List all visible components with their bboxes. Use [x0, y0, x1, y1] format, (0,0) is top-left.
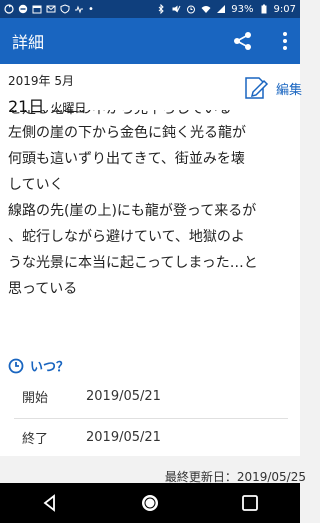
overflow-menu-icon[interactable] — [282, 30, 288, 52]
signal-icon — [217, 5, 226, 13]
start-label: 開始 — [22, 390, 49, 406]
page-title: 詳細 — [12, 33, 45, 52]
battery-icon — [261, 4, 267, 14]
end-value: 2019/05/21 — [86, 429, 161, 445]
entry-text-line: 思っている — [8, 281, 78, 297]
alarm-icon — [187, 5, 196, 14]
entry-text-line: 何頭も這いずり出てきて、街並みを壊 — [8, 151, 245, 167]
mute-icon — [172, 5, 181, 13]
entry-text-line: うな光景に本当に起こってしまった…と — [8, 255, 258, 271]
sync-icon — [4, 4, 14, 14]
edit-icon — [245, 77, 269, 99]
start-row: 開始 2019/05/21 — [0, 377, 300, 415]
back-icon[interactable] — [40, 493, 60, 513]
edit-button[interactable]: 編集 — [244, 76, 302, 100]
year-month: 2019年 5月 — [8, 74, 74, 88]
app-bar: 詳細 — [0, 18, 300, 64]
edit-label: 編集 — [275, 82, 302, 98]
entry-text-line: していく — [8, 177, 64, 193]
home-icon[interactable] — [140, 493, 160, 513]
clock-icon — [8, 358, 24, 373]
entry-body: を走る電車の中から見下ろしている 左側の崖の下から金色に鈍く光る龍が 何頭も這い… — [8, 110, 292, 338]
entry-text-lines: 左側の崖の下から金色に鈍く光る龍が 何頭も這いずり出てきて、街並みを壊 していく… — [8, 120, 258, 302]
shield-icon — [60, 4, 70, 14]
end-label: 終了 — [22, 431, 49, 447]
end-row: 終了 2019/05/21 — [0, 418, 300, 456]
activity-icon — [75, 5, 83, 14]
wifi-icon — [201, 6, 211, 13]
start-value: 2019/05/21 — [86, 388, 161, 404]
system-nav-bar — [0, 483, 300, 523]
blocked-icon — [18, 4, 28, 14]
share-icon[interactable] — [232, 30, 254, 52]
battery-percent: 93% — [231, 3, 254, 15]
recents-icon[interactable] — [240, 493, 260, 513]
more-dots-icon: • — [88, 3, 94, 15]
when-heading-label: いつ？ — [30, 360, 70, 375]
status-bar: • 93% 9:07 — [0, 0, 300, 18]
bluetooth-icon — [158, 4, 165, 14]
mail-icon — [46, 5, 56, 13]
entry-text-line: 、蛇行しながら避けていて、地獄のよ — [8, 229, 245, 245]
entry-text-line: 線路の先(崖の上)にも龍が登って来るが — [8, 203, 257, 219]
clock: 9:07 — [273, 3, 296, 15]
calendar-icon — [32, 5, 42, 14]
entry-text-line: 左側の崖の下から金色に鈍く光る龍が — [8, 125, 246, 141]
when-heading: いつ？ — [8, 356, 69, 375]
